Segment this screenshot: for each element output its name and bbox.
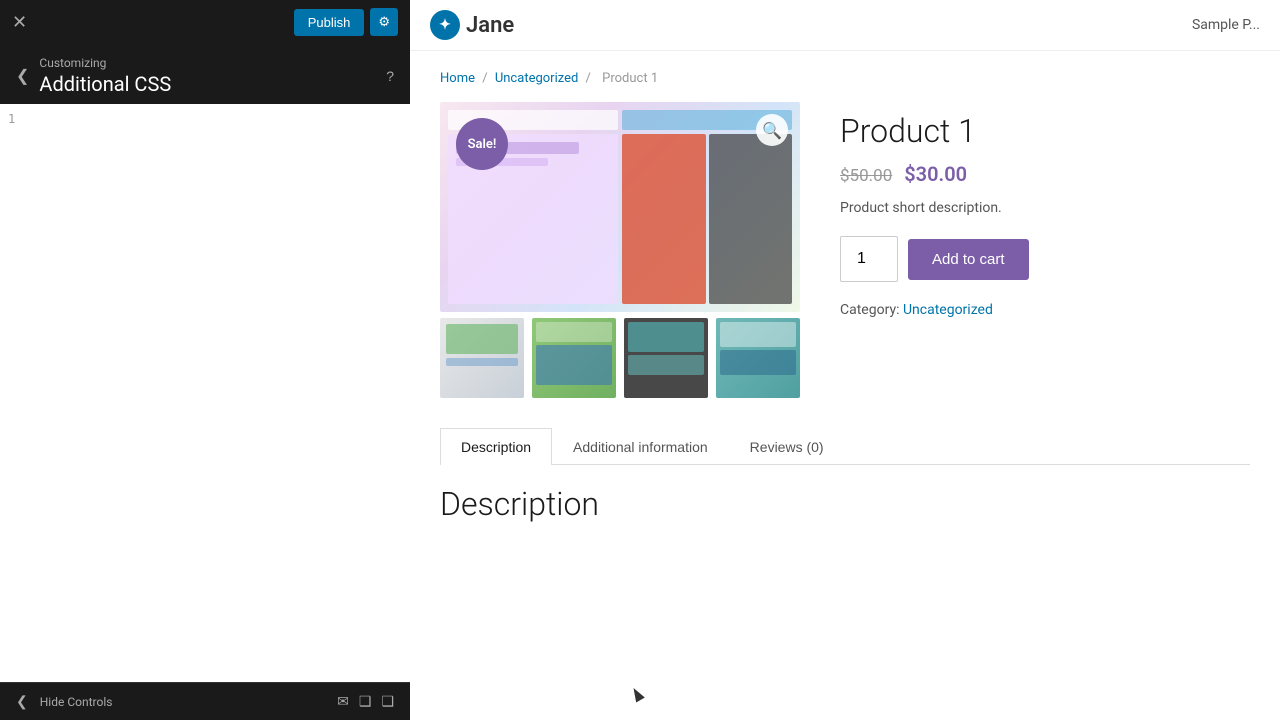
customizer-header: ✕ Publish ⚙	[0, 0, 410, 44]
back-button[interactable]: ❮	[16, 66, 29, 86]
desktop-icon[interactable]: ❑	[359, 693, 372, 710]
mobile-icon[interactable]: ❑	[381, 693, 394, 710]
site-header: ✦ Jane Sample P...	[410, 0, 1280, 51]
email-icon[interactable]: ✉	[337, 693, 349, 710]
logo-text: Jane	[466, 13, 514, 38]
css-editor[interactable]: 1	[0, 104, 410, 682]
breadcrumb-sep2: /	[586, 71, 591, 86]
thumbnail-1[interactable]	[440, 318, 524, 398]
thumbnail-4[interactable]	[716, 318, 800, 398]
publish-button[interactable]: Publish	[294, 9, 365, 36]
customizing-info: Customizing Additional CSS	[29, 56, 386, 96]
thumbnail-2[interactable]	[532, 318, 616, 398]
breadcrumb-home[interactable]: Home	[440, 71, 475, 86]
help-button[interactable]: ?	[386, 68, 394, 84]
product-title: Product 1	[840, 112, 1250, 150]
customizing-label: Customizing	[39, 56, 386, 70]
site-logo: ✦ Jane	[430, 10, 514, 40]
quantity-input[interactable]	[840, 236, 898, 282]
category-link[interactable]: Uncategorized	[903, 302, 993, 318]
product-images: Sale! 🔍	[440, 102, 800, 398]
product-area: Home / Uncategorized / Product 1 Sale! 🔍	[410, 51, 1280, 398]
sale-badge: Sale!	[456, 118, 508, 170]
hide-controls-label: Hide Controls	[40, 695, 113, 709]
header-actions: Publish ⚙	[294, 8, 398, 36]
sale-price: $30.00	[904, 162, 967, 186]
gear-button[interactable]: ⚙	[370, 8, 398, 36]
footer-icons: ✉ ❑ ❑	[337, 693, 394, 710]
tab-reviews[interactable]: Reviews (0)	[729, 428, 845, 465]
thumbnail-row	[440, 318, 800, 398]
tab-description[interactable]: Description	[440, 428, 552, 465]
breadcrumb-sep1: /	[482, 71, 487, 86]
footer-collapse-button[interactable]: ❮	[16, 693, 28, 710]
logo-icon: ✦	[430, 10, 460, 40]
customizing-section: ❮ Customizing Additional CSS ?	[0, 44, 410, 104]
short-description: Product short description.	[840, 200, 1250, 216]
zoom-icon[interactable]: 🔍	[756, 114, 788, 146]
breadcrumb-uncategorized[interactable]: Uncategorized	[495, 71, 578, 86]
tab-additional-info[interactable]: Additional information	[552, 428, 729, 465]
category-label: Category:	[840, 302, 899, 318]
sample-page-link[interactable]: Sample P...	[1192, 17, 1260, 33]
category-row: Category: Uncategorized	[840, 302, 1250, 318]
description-title: Description	[440, 485, 1250, 523]
customizing-top: ❮ Customizing Additional CSS ?	[16, 56, 394, 96]
price-section: $50.00 $30.00	[840, 162, 1250, 186]
tabs-list: Description Additional information Revie…	[440, 428, 1250, 465]
customizer-panel: ✕ Publish ⚙ ❮ Customizing Additional CSS…	[0, 0, 410, 720]
product-info: Product 1 $50.00 $30.00 Product short de…	[840, 102, 1250, 318]
customizer-footer: ❮ Hide Controls ✉ ❑ ❑	[0, 682, 410, 720]
add-to-cart-row: Add to cart	[840, 236, 1250, 282]
customizing-title: Additional CSS	[39, 72, 386, 96]
add-to-cart-button[interactable]: Add to cart	[908, 239, 1029, 280]
description-section: Description	[410, 465, 1280, 533]
tabs-section: Description Additional information Revie…	[410, 428, 1280, 465]
breadcrumb: Home / Uncategorized / Product 1	[440, 71, 1250, 86]
thumbnail-3[interactable]	[624, 318, 708, 398]
product-page: ✦ Jane Sample P... Home / Uncategorized …	[410, 0, 1280, 720]
original-price: $50.00	[840, 166, 892, 186]
close-button[interactable]: ✕	[12, 12, 27, 33]
breadcrumb-product: Product 1	[602, 71, 658, 86]
line-number: 1	[8, 112, 15, 126]
product-layout: Sale! 🔍	[440, 102, 1250, 398]
